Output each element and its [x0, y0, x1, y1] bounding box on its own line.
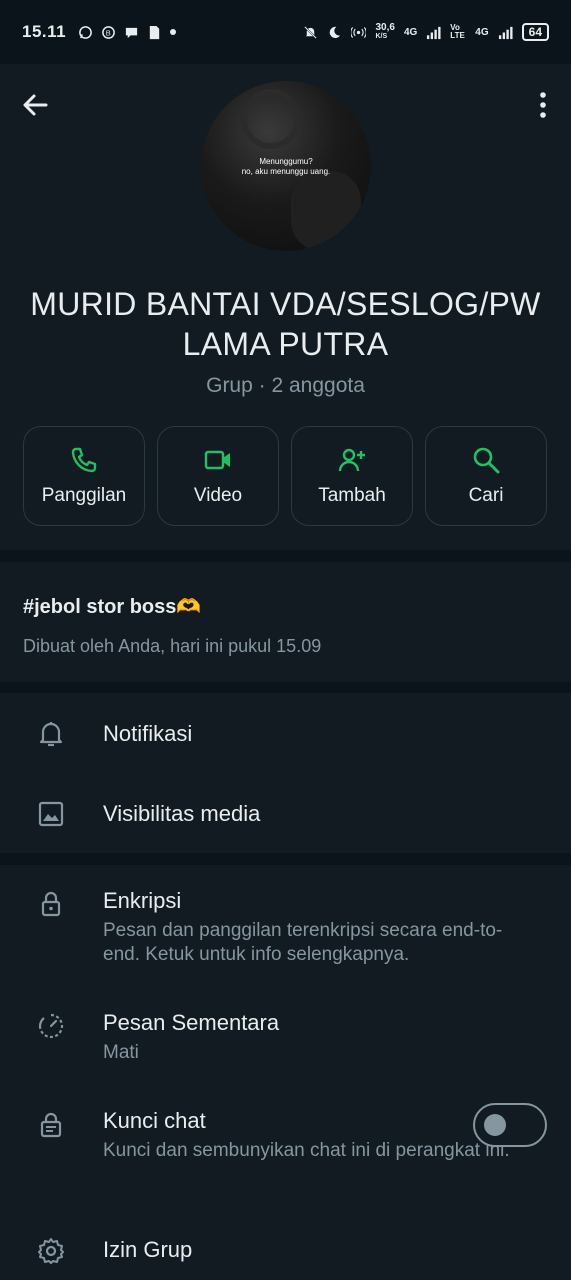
media-settings-section: Notifikasi Visibilitas media	[0, 693, 571, 853]
group-subtitle[interactable]: Grup · 2 anggota	[0, 374, 571, 398]
more-notifications-dot	[170, 29, 177, 35]
chat-lock-icon	[40, 1112, 62, 1138]
chat-lock-row[interactable]: Kunci chat Kunci dan sembunyikan chat in…	[0, 1083, 571, 1208]
video-label: Video	[193, 485, 243, 506]
arrow-left-icon	[23, 94, 48, 116]
group-permissions-row[interactable]: Izin Grup	[0, 1208, 571, 1280]
network-speed: 30,6 K/S	[375, 23, 394, 41]
network-speed-value: 30,6	[375, 22, 395, 33]
volte-label: Vo LTE	[450, 23, 465, 40]
status-time: 15.11	[22, 22, 67, 41]
group-name[interactable]: MURID BANTAI VDA/SESLOG/PW LAMA PUTRA	[20, 284, 551, 364]
chat-lock-toggle[interactable]	[473, 1103, 547, 1147]
avatar-caption-line1: Menunggumu?	[259, 157, 313, 166]
encryption-subtitle: Pesan dan panggilan terenkripsi secara e…	[103, 920, 503, 965]
notifications-row[interactable]: Notifikasi	[0, 693, 571, 773]
timer-icon	[38, 1013, 64, 1039]
media-visibility-row[interactable]: Visibilitas media	[0, 773, 571, 853]
avatar-caption-line2: no, aku menunggu uang.	[241, 167, 331, 176]
search-label: Cari	[468, 485, 504, 506]
call-button[interactable]: Panggilan	[23, 426, 145, 526]
disappearing-title: Pesan Sementara	[103, 1010, 280, 1035]
sim2-label: 4G	[475, 26, 489, 38]
disappearing-subtitle: Mati	[103, 1042, 139, 1063]
encryption-row[interactable]: Enkripsi Pesan dan panggilan terenkripsi…	[0, 865, 571, 983]
created-info: Dibuat oleh Anda, hari ini pukul 15.09	[23, 636, 322, 656]
media-visibility-title: Visibilitas media	[103, 801, 261, 826]
avatar-headphone-shape	[241, 89, 301, 149]
search-icon	[473, 447, 500, 474]
avatar-figure-shape	[291, 171, 361, 251]
system-icons: 30,6 K/S 4G Vo LTE 4G 64	[303, 23, 549, 41]
notifications-title: Notifikasi	[103, 721, 193, 746]
chat-lock-subtitle: Kunci dan sembunyikan chat ini di perang…	[103, 1140, 510, 1161]
group-description[interactable]: #jebol stor boss🫶 Dibuat oleh Anda, hari…	[0, 562, 571, 682]
whatsapp-icon	[79, 25, 92, 39]
signal-icon-2	[498, 26, 513, 39]
battery-indicator: 64	[521, 23, 549, 41]
status-bar: 15.11 B 30,6 K/S 4G Vo LTE 4G 64	[0, 0, 571, 64]
group-permissions-title: Izin Grup	[103, 1237, 193, 1262]
phone-icon	[71, 447, 97, 473]
search-button[interactable]: Cari	[425, 426, 547, 526]
hotspot-icon	[351, 26, 367, 38]
group-avatar[interactable]: Menunggumu? no, aku menunggu uang.	[201, 81, 371, 251]
moon-icon	[330, 26, 341, 38]
group-info-header: Menunggumu? no, aku menunggu uang. MURID…	[0, 64, 571, 550]
toggle-knob	[484, 1114, 506, 1136]
disappearing-messages-row[interactable]: Pesan Sementara Mati	[0, 983, 571, 1083]
signal-icon	[427, 26, 441, 39]
more-options-button[interactable]	[533, 90, 553, 120]
video-icon	[204, 450, 230, 470]
sim1-label: 4G	[403, 26, 418, 38]
file-icon	[149, 25, 160, 39]
video-button[interactable]: Video	[157, 426, 279, 526]
notification-icons: B	[78, 25, 177, 40]
heart-hands-emoji: 🫶	[176, 596, 202, 618]
call-label: Panggilan	[41, 485, 127, 506]
chat-lock-title: Kunci chat	[103, 1108, 206, 1133]
network-speed-unit: K/S	[375, 33, 388, 40]
chat-bubble-icon	[125, 27, 138, 38]
quick-actions: Panggilan Video Tambah Cari	[23, 426, 547, 526]
add-member-label: Tambah	[318, 485, 386, 506]
add-member-button[interactable]: Tambah	[291, 426, 413, 526]
bell-icon	[39, 722, 63, 747]
description-text: #jebol stor boss	[23, 596, 177, 618]
privacy-settings-section: Enkripsi Pesan dan panggilan terenkripsi…	[0, 865, 571, 1280]
image-icon	[38, 801, 64, 827]
encryption-title: Enkripsi	[103, 888, 182, 913]
gear-icon	[38, 1238, 64, 1264]
whatsapp-business-icon: B	[102, 25, 115, 39]
more-vertical-icon	[540, 92, 546, 118]
mute-bell-icon	[304, 25, 318, 39]
lock-icon	[41, 891, 61, 917]
add-person-icon	[338, 448, 365, 472]
back-button[interactable]	[20, 90, 50, 120]
description-title: #jebol stor boss🫶	[23, 594, 201, 619]
svg-text:B: B	[106, 28, 111, 37]
